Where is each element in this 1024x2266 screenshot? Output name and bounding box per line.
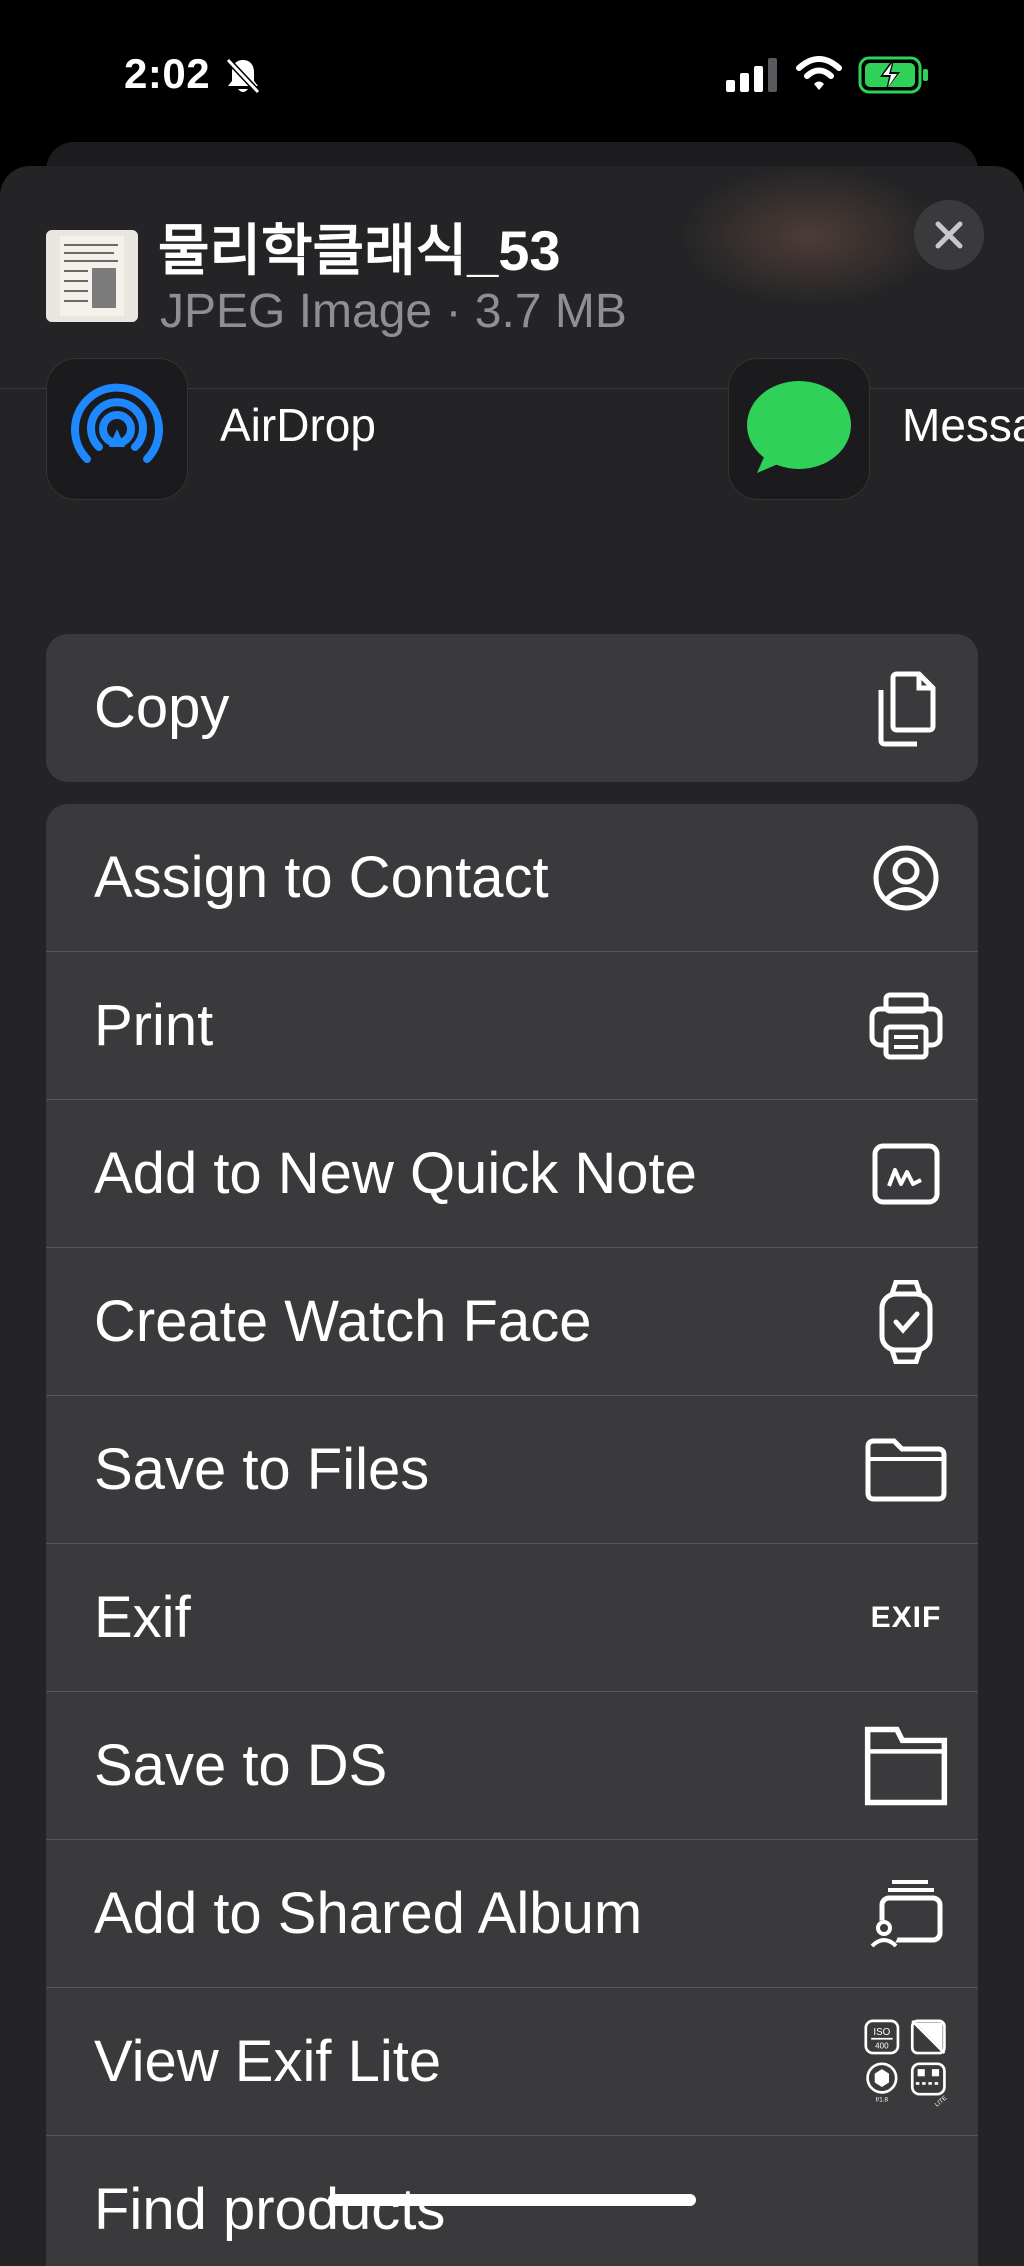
home-indicator[interactable] [328, 2194, 696, 2206]
copy-action-group: Copy [46, 634, 978, 782]
action-save-to-files[interactable]: Save to Files [46, 1396, 978, 1544]
share-sheet: 물리학클래식_53 JPEG Image · 3.7 MB AirDrop Me… [0, 166, 1024, 2266]
exif-icon: EXIF [870, 1601, 942, 1634]
svg-text:LITE: LITE [934, 2095, 948, 2109]
action-label: Save to Files [94, 1437, 430, 1502]
action-copy[interactable]: Copy [46, 634, 978, 782]
quick-note-icon [864, 1134, 948, 1214]
bell-muted-icon [224, 56, 262, 96]
action-label: Add to New Quick Note [94, 1141, 697, 1206]
action-label: Save to DS [94, 1733, 388, 1798]
action-list: Assign to Contact Print Add to New Quick… [46, 804, 978, 2266]
close-icon [935, 221, 963, 249]
cellular-signal-icon [726, 58, 780, 97]
svg-text:400: 400 [875, 2042, 889, 2051]
share-target-messages[interactable]: Messa [902, 398, 1024, 452]
svg-text:ISO: ISO [873, 2027, 890, 2038]
close-button[interactable] [914, 200, 984, 270]
action-print[interactable]: Print [46, 952, 978, 1100]
action-label: Copy [94, 675, 230, 740]
share-target-airdrop[interactable]: AirDrop [220, 398, 376, 452]
action-view-exif-lite[interactable]: View Exif Lite ISO 400 f/1.8 LITE [46, 1988, 978, 2136]
action-label: View Exif Lite [94, 2029, 442, 2094]
watch-icon [864, 1280, 948, 1364]
airdrop-icon[interactable] [46, 358, 188, 500]
action-label: Add to Shared Album [94, 1881, 643, 1946]
file-thumbnail [46, 230, 138, 322]
action-label: Create Watch Face [94, 1289, 592, 1354]
ds-folder-icon [864, 1726, 948, 1806]
wifi-icon [796, 56, 842, 97]
file-name: 물리학클래식_53 [158, 219, 561, 282]
copy-icon [864, 668, 948, 748]
action-label: Find products [94, 2177, 446, 2242]
action-add-to-new-quick-note[interactable]: Add to New Quick Note [46, 1100, 978, 1248]
exif-lite-icon: ISO 400 f/1.8 LITE [864, 2019, 948, 2108]
action-label: Assign to Contact [94, 845, 549, 910]
messages-icon[interactable] [728, 358, 870, 500]
action-exif[interactable]: Exif EXIF [46, 1544, 978, 1692]
action-label: Print [94, 993, 214, 1058]
svg-text:f/1.8: f/1.8 [876, 2096, 889, 2103]
printer-icon [864, 986, 948, 1066]
action-label: Exif [94, 1585, 191, 1650]
share-sheet-header: 물리학클래식_53 JPEG Image · 3.7 MB [0, 166, 1024, 389]
file-meta: JPEG Image · 3.7 MB [160, 285, 627, 338]
folder-icon [864, 1430, 948, 1510]
battery-charging-icon [858, 56, 930, 99]
action-add-to-shared-album[interactable]: Add to Shared Album [46, 1840, 978, 1988]
status-time: 2:02 [124, 50, 211, 97]
contact-icon [864, 838, 948, 918]
shared-album-icon [864, 1874, 948, 1954]
status-bar: 2:02 [0, 0, 1024, 150]
action-assign-to-contact[interactable]: Assign to Contact [46, 804, 978, 952]
action-create-watch-face[interactable]: Create Watch Face [46, 1248, 978, 1396]
action-save-to-ds[interactable]: Save to DS [46, 1692, 978, 1840]
